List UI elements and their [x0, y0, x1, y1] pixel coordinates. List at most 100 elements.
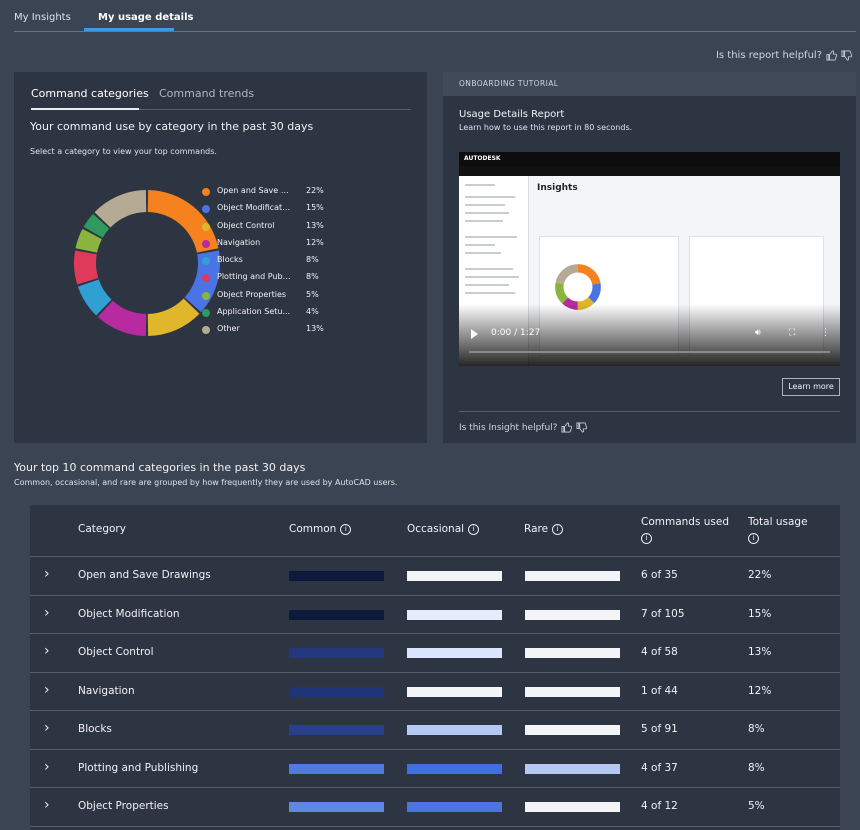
legend-item[interactable]: Other 13%	[202, 323, 332, 340]
expand-chevron-icon[interactable]: ›	[44, 605, 50, 621]
legend-item[interactable]: Object Modificati... 15%	[202, 202, 332, 219]
legend-value: 13%	[306, 324, 324, 334]
panel-tabs: Command categories Command trends	[31, 82, 411, 110]
legend-label: Application Setu...	[217, 307, 291, 317]
table-subtitle: Common, occasional, and rare are grouped…	[14, 478, 398, 487]
donut-slice[interactable]	[94, 190, 147, 228]
learn-more-button[interactable]: Learn more	[782, 378, 840, 396]
legend-label: Object Control	[217, 220, 275, 230]
active-subtab-indicator	[31, 108, 139, 110]
row-total-usage: 8%	[748, 723, 765, 735]
legend-value: 22%	[306, 186, 324, 195]
legend-swatch	[202, 222, 210, 231]
expand-chevron-icon[interactable]: ›	[44, 759, 50, 775]
legend-item[interactable]: Blocks 8%	[202, 254, 332, 271]
legend-label: Object Properties	[217, 289, 287, 299]
fullscreen-icon[interactable]: ⛶	[789, 328, 795, 338]
table-row[interactable]: › Object Modification 7 of 105 15%	[30, 596, 840, 634]
legend-item[interactable]: Open and Save Dr... 22%	[202, 185, 332, 202]
info-icon[interactable]: i	[340, 523, 352, 535]
row-commands-used: 5 of 91	[641, 723, 678, 735]
legend-swatch	[202, 274, 210, 283]
expand-chevron-icon[interactable]: ›	[44, 566, 50, 582]
legend-value: 12%	[306, 237, 324, 247]
table-row[interactable]: › Navigation 1 of 44 12%	[30, 673, 840, 711]
row-category: Object Modification	[78, 607, 180, 620]
onboarding-header: ONBOARDING TUTORIAL	[443, 72, 856, 96]
header-rare[interactable]: Rare i	[524, 523, 564, 535]
legend-item[interactable]: Plotting and Publ... 8%	[202, 271, 332, 288]
table-row[interactable]: › Object Properties 4 of 12 5%	[30, 788, 840, 827]
occasional-bar	[407, 648, 502, 658]
donut-slice[interactable]	[74, 250, 99, 285]
thumbs-up-icon[interactable]	[561, 422, 573, 433]
legend-swatch	[202, 239, 210, 248]
row-category: Object Control	[78, 646, 154, 658]
expand-chevron-icon[interactable]: ›	[44, 643, 50, 659]
legend-item[interactable]: Application Setu... 4%	[202, 306, 332, 323]
row-commands-used: 4 of 37	[641, 761, 678, 774]
table-title: Your top 10 command categories in the pa…	[14, 461, 306, 474]
expand-chevron-icon[interactable]: ›	[44, 682, 50, 698]
legend-swatch	[202, 205, 210, 214]
table-row[interactable]: › Plotting and Publishing 4 of 37 8%	[30, 750, 840, 788]
command-categories-panel: Command categories Command trends Your c…	[14, 72, 427, 443]
expand-chevron-icon[interactable]: ›	[44, 720, 50, 736]
thumbs-down-icon[interactable]	[841, 50, 852, 61]
row-category: Navigation	[78, 684, 135, 697]
rare-bar	[525, 571, 620, 581]
info-icon[interactable]: i	[641, 533, 652, 544]
legend-value: 8%	[306, 255, 319, 265]
header-common[interactable]: Common i	[289, 523, 352, 535]
more-options-icon[interactable]: ⋮	[821, 328, 830, 338]
legend-item[interactable]: Object Control 13%	[202, 220, 332, 237]
legend-label: Other	[217, 324, 240, 334]
info-icon[interactable]: i	[552, 523, 564, 535]
occasional-bar	[407, 571, 502, 581]
row-commands-used: 6 of 35	[641, 569, 678, 581]
play-icon[interactable]	[471, 329, 478, 339]
panel-subheading: Select a category to view your top comma…	[30, 147, 217, 156]
donut-slice[interactable]	[147, 298, 200, 336]
table-row[interactable]: › Blocks 5 of 91 8%	[30, 711, 840, 750]
video-subtitle: Learn how to use this report in 80 secon…	[459, 123, 633, 132]
header-category[interactable]: Category	[78, 523, 126, 535]
legend-label: Open and Save Dr...	[217, 186, 291, 195]
legend-value: 8%	[306, 272, 319, 282]
legend-value: 5%	[306, 289, 319, 299]
tab-my-insights[interactable]: My Insights	[14, 12, 71, 23]
tab-command-trends[interactable]: Command trends	[159, 87, 254, 100]
info-icon[interactable]: i	[748, 533, 759, 544]
panel-heading: Your command use by category in the past…	[30, 120, 314, 133]
expand-chevron-icon[interactable]: ›	[44, 797, 50, 813]
header-commands-used[interactable]: Commands used i	[641, 516, 729, 544]
common-bar	[289, 609, 384, 620]
thumbs-down-icon[interactable]	[576, 422, 588, 433]
thumbs-up-icon[interactable]	[826, 50, 837, 61]
table-row[interactable]: › Object Control 4 of 58 13%	[30, 634, 840, 673]
legend-swatch	[202, 291, 210, 300]
legend-item[interactable]: Object Properties 5%	[202, 289, 332, 306]
row-total-usage: 12%	[748, 684, 772, 697]
header-occasional[interactable]: Occasional i	[407, 523, 480, 535]
common-bar	[289, 725, 384, 735]
category-donut-chart[interactable]	[72, 188, 222, 338]
tutorial-video-player[interactable]: AUTODESK Insights 0:00 / 1:27 🔊︎ ⛶ ⋮	[459, 152, 840, 366]
info-icon[interactable]: i	[468, 523, 480, 535]
volume-icon[interactable]: 🔊︎	[755, 328, 761, 338]
video-progress-bar[interactable]	[469, 351, 830, 353]
table-header: Category Common i Occasional i Rare i Comma…	[30, 505, 840, 557]
occasional-bar	[407, 725, 502, 735]
row-total-usage: 8%	[748, 761, 765, 774]
row-commands-used: 4 of 58	[641, 646, 678, 658]
top-tabs: My Insights My usage details	[14, 0, 856, 32]
legend-label: Plotting and Publ...	[217, 272, 291, 282]
row-total-usage: 13%	[748, 646, 772, 658]
legend-item[interactable]: Navigation 12%	[202, 237, 332, 254]
common-bar	[289, 802, 384, 812]
tab-my-usage-details[interactable]: My usage details	[98, 12, 193, 23]
video-app-topbar: AUTODESK	[459, 152, 840, 166]
table-row[interactable]: › Open and Save Drawings 6 of 35 22%	[30, 557, 840, 596]
header-total-usage[interactable]: Total usage i	[748, 516, 808, 544]
tab-command-categories[interactable]: Command categories	[31, 87, 149, 100]
